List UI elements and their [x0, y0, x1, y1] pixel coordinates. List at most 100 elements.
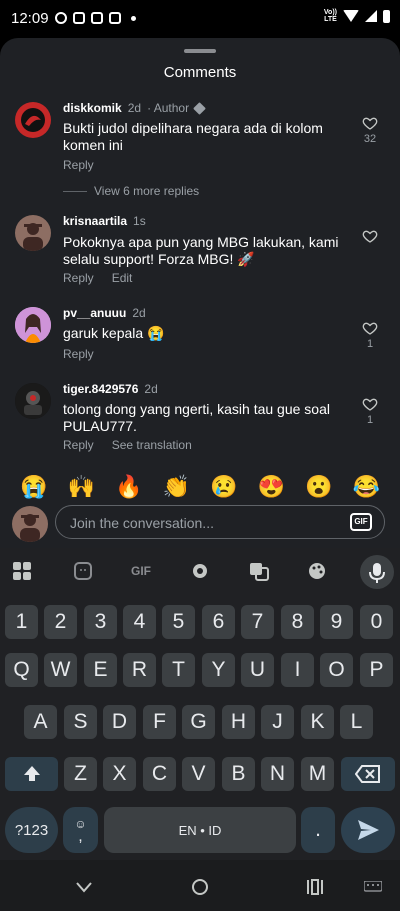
avatar[interactable] [15, 383, 51, 419]
instagram-notification-icon [91, 12, 103, 24]
logo-icon [21, 108, 45, 132]
key-7[interactable]: 7 [241, 605, 274, 639]
comment-item: diskkomik 2d · Author Bukti judol dipeli… [0, 98, 400, 198]
key-k[interactable]: K [301, 705, 334, 739]
comment-input[interactable]: Join the conversation... GIF [55, 505, 385, 539]
gif-button[interactable]: GIF [350, 513, 372, 531]
key-0[interactable]: 0 [360, 605, 393, 639]
key-1[interactable]: 1 [5, 605, 38, 639]
key-v[interactable]: V [182, 757, 215, 791]
comment-time: 2d [132, 306, 146, 320]
like-button[interactable] [360, 228, 380, 244]
key-y[interactable]: Y [202, 653, 235, 687]
theme-palette-icon[interactable] [306, 560, 328, 582]
like-count: 1 [366, 414, 374, 426]
key-x[interactable]: X [103, 757, 136, 791]
sheet-drag-handle[interactable] [184, 49, 216, 53]
back-chevron-icon[interactable] [74, 877, 94, 897]
comment-header: tiger.8429576 2d [63, 382, 158, 396]
comment-username[interactable]: krisnaartila [63, 214, 127, 228]
key-d[interactable]: D [103, 705, 136, 739]
recents-icon[interactable] [305, 877, 325, 897]
view-more-replies[interactable]: View 6 more replies [94, 184, 199, 198]
key-j[interactable]: J [261, 705, 294, 739]
key-z[interactable]: Z [64, 757, 97, 791]
shift-key[interactable] [5, 757, 58, 791]
comment-username[interactable]: diskkomik [63, 101, 122, 115]
key-5[interactable]: 5 [162, 605, 195, 639]
reply-button[interactable]: Reply [63, 347, 94, 361]
backspace-key[interactable] [341, 757, 395, 791]
comment-header: krisnaartila 1s [63, 214, 146, 228]
key-c[interactable]: C [143, 757, 176, 791]
translate-icon[interactable] [248, 560, 270, 582]
send-key[interactable] [341, 807, 395, 853]
emoji-surprised[interactable]: 😮 [305, 474, 333, 500]
emoji-clap[interactable]: 👏 [162, 474, 190, 500]
key-6[interactable]: 6 [202, 605, 235, 639]
shift-arrow-icon [23, 766, 40, 781]
key-n[interactable]: N [261, 757, 294, 791]
key-u[interactable]: U [241, 653, 274, 687]
space-bar[interactable]: EN • ID [104, 807, 296, 853]
symbols-key[interactable]: ?123 [5, 807, 58, 853]
reply-button[interactable]: Reply [63, 271, 94, 285]
key-s[interactable]: S [64, 705, 97, 739]
comment-username[interactable]: pv__anuuu [63, 306, 126, 320]
voice-input-button[interactable] [360, 555, 394, 589]
key-m[interactable]: M [301, 757, 334, 791]
key-p[interactable]: P [360, 653, 393, 687]
settings-gear-icon[interactable] [189, 560, 211, 582]
view-more-divider [63, 191, 87, 192]
key-8[interactable]: 8 [281, 605, 314, 639]
comment-actions: Reply [63, 158, 94, 172]
notification-icons [55, 12, 136, 24]
avatar[interactable] [15, 102, 51, 138]
key-g[interactable]: G [182, 705, 215, 739]
sticker-icon[interactable] [72, 560, 94, 582]
key-l[interactable]: L [340, 705, 373, 739]
like-button[interactable]: 32 [360, 115, 380, 145]
emoji-sad[interactable]: 😢 [210, 474, 238, 500]
key-2[interactable]: 2 [44, 605, 77, 639]
reply-button[interactable]: Reply [63, 438, 94, 452]
key-o[interactable]: O [320, 653, 353, 687]
key-a[interactable]: A [24, 705, 57, 739]
emoji-heart-eyes[interactable]: 😍 [257, 474, 285, 500]
soft-keyboard: GIF 1 2 3 4 5 6 7 8 9 0 Q W E R T Y U I … [0, 548, 400, 860]
gif-icon[interactable]: GIF [130, 560, 152, 582]
like-button[interactable]: 1 [360, 396, 380, 426]
see-translation-button[interactable]: See translation [112, 438, 192, 452]
edit-button[interactable]: Edit [112, 271, 133, 285]
key-4[interactable]: 4 [123, 605, 156, 639]
pin-icon [193, 101, 206, 115]
key-w[interactable]: W [44, 653, 77, 687]
key-f[interactable]: F [143, 705, 176, 739]
key-e[interactable]: E [84, 653, 117, 687]
comment-item: krisnaartila 1s Pokoknya apa pun yang MB… [0, 213, 400, 293]
key-t[interactable]: T [162, 653, 195, 687]
avatar[interactable] [15, 215, 51, 251]
emoji-crying[interactable]: 😭 [20, 474, 48, 500]
key-r[interactable]: R [123, 653, 156, 687]
home-circle-icon[interactable] [190, 877, 210, 897]
avatar[interactable] [15, 307, 51, 343]
emoji-raised-hands[interactable]: 🙌 [67, 474, 95, 500]
key-q[interactable]: Q [5, 653, 38, 687]
emoji-fire[interactable]: 🔥 [115, 474, 143, 500]
comment-username[interactable]: tiger.8429576 [63, 382, 138, 396]
period-key[interactable]: . [301, 807, 335, 853]
reply-button[interactable]: Reply [63, 158, 94, 172]
emoji-comma-key[interactable]: ☺ , [63, 807, 98, 853]
comment-actions: Reply See translation [63, 438, 192, 452]
instagram-notification-icon-2 [109, 12, 121, 24]
emoji-laughing[interactable]: 😂 [352, 474, 380, 500]
key-b[interactable]: B [222, 757, 255, 791]
key-h[interactable]: H [222, 705, 255, 739]
key-i[interactable]: I [281, 653, 314, 687]
key-3[interactable]: 3 [84, 605, 117, 639]
like-button[interactable]: 1 [360, 320, 380, 350]
keyboard-switch-icon[interactable] [363, 877, 383, 897]
key-9[interactable]: 9 [320, 605, 353, 639]
apps-grid-icon[interactable] [11, 560, 33, 582]
